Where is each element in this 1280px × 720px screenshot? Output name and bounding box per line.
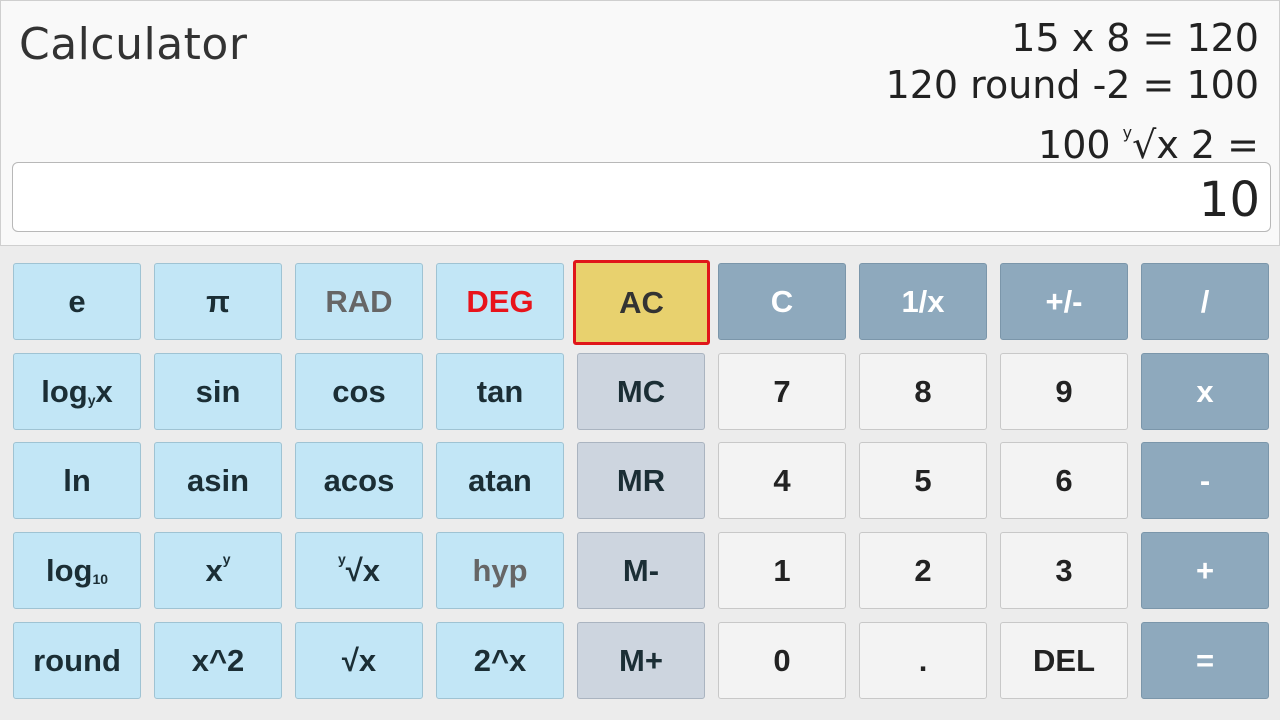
memory-add-button[interactable]: M+	[577, 622, 705, 699]
keypad: e π RAD DEG AC C 1/x +/- / log y x sin cos…	[0, 246, 1280, 720]
atan-button[interactable]: atan	[436, 442, 564, 519]
deg-button[interactable]: DEG	[436, 263, 564, 340]
digit-8-button[interactable]: 8	[859, 353, 987, 430]
e-button[interactable]: e	[13, 263, 141, 340]
yth-root-button[interactable]: y √x	[295, 532, 423, 609]
rad-button[interactable]: RAD	[295, 263, 423, 340]
delete-button[interactable]: DEL	[1000, 622, 1128, 699]
equals-button[interactable]: =	[1141, 622, 1269, 699]
memory-recall-button[interactable]: MR	[577, 442, 705, 519]
digit-6-button[interactable]: 6	[1000, 442, 1128, 519]
pi-button[interactable]: π	[154, 263, 282, 340]
hyp-button[interactable]: hyp	[436, 532, 564, 609]
clear-button[interactable]: C	[718, 263, 846, 340]
header-panel: Calculator 15 x 8 = 120 120 round -2 = 1…	[0, 0, 1280, 246]
digit-9-button[interactable]: 9	[1000, 353, 1128, 430]
digit-5-button[interactable]: 5	[859, 442, 987, 519]
digit-1-button[interactable]: 1	[718, 532, 846, 609]
history-line: 120 round -2 = 100	[885, 63, 1259, 107]
digit-2-button[interactable]: 2	[859, 532, 987, 609]
result-display[interactable]: 10	[12, 162, 1271, 232]
app-title: Calculator	[19, 19, 248, 70]
square-button[interactable]: x^2	[154, 622, 282, 699]
multiply-button[interactable]: x	[1141, 353, 1269, 430]
digit-4-button[interactable]: 4	[718, 442, 846, 519]
negate-button[interactable]: +/-	[1000, 263, 1128, 340]
cos-button[interactable]: cos	[295, 353, 423, 430]
calculation-history: 15 x 8 = 120 120 round -2 = 100 100 y√x …	[886, 15, 1259, 169]
power-button[interactable]: xy	[154, 532, 282, 609]
two-power-x-button[interactable]: 2^x	[436, 622, 564, 699]
memory-subtract-button[interactable]: M-	[577, 532, 705, 609]
tan-button[interactable]: tan	[436, 353, 564, 430]
all-clear-button[interactable]: AC	[573, 260, 710, 345]
asin-button[interactable]: asin	[154, 442, 282, 519]
digit-3-button[interactable]: 3	[1000, 532, 1128, 609]
add-button[interactable]: +	[1141, 532, 1269, 609]
ln-button[interactable]: ln	[13, 442, 141, 519]
history-line: 100 y√x 2 =	[1038, 123, 1259, 167]
history-line: 15 x 8 = 120	[1011, 16, 1259, 60]
log-base-y-button[interactable]: log y x	[13, 353, 141, 430]
sin-button[interactable]: sin	[154, 353, 282, 430]
decimal-point-button[interactable]: .	[859, 622, 987, 699]
reciprocal-button[interactable]: 1/x	[859, 263, 987, 340]
log10-button[interactable]: log 10	[13, 532, 141, 609]
digit-0-button[interactable]: 0	[718, 622, 846, 699]
round-button[interactable]: round	[13, 622, 141, 699]
memory-clear-button[interactable]: MC	[577, 353, 705, 430]
square-root-button[interactable]: √x	[295, 622, 423, 699]
acos-button[interactable]: acos	[295, 442, 423, 519]
divide-button[interactable]: /	[1141, 263, 1269, 340]
digit-7-button[interactable]: 7	[718, 353, 846, 430]
subtract-button[interactable]: -	[1141, 442, 1269, 519]
